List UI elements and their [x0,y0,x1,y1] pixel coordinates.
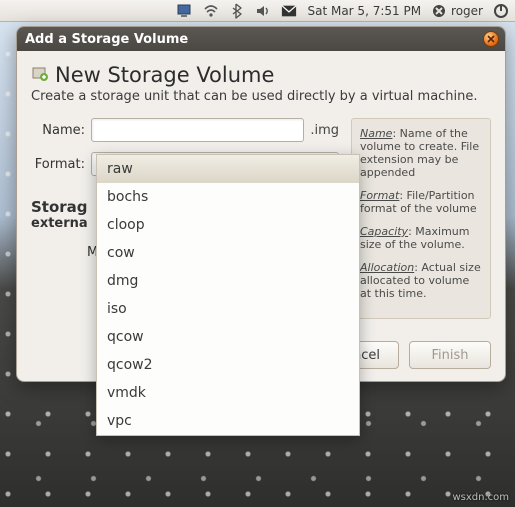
dialog-subheading: Create a storage unit that can be used d… [31,89,491,104]
format-option[interactable]: vmdk [97,379,359,407]
format-label: Format: [31,157,85,172]
help-panel: Name: Name of the volume to create. File… [351,118,491,319]
clock[interactable]: Sat Mar 5, 7:51 PM [307,4,421,18]
username-label: roger [451,4,483,18]
bluetooth-icon[interactable] [229,3,245,19]
dialog-title: Add a Storage Volume [25,32,188,47]
user-menu[interactable]: roger [431,3,483,19]
dialog-titlebar[interactable]: Add a Storage Volume [17,27,505,51]
name-label: Name: [31,123,85,138]
watermark: wsxdn.com [452,492,509,503]
format-option[interactable]: vpc [97,407,359,435]
volume-add-icon [31,64,49,86]
user-stop-icon [431,3,447,19]
dialog-heading: New Storage Volume [55,63,274,87]
close-button[interactable] [483,31,499,47]
name-input[interactable] [91,118,304,142]
help-allocation-term: Allocation [360,261,414,274]
help-name-term: Name [360,127,392,140]
format-option[interactable]: raw [97,155,359,183]
format-option[interactable]: qcow [97,323,359,351]
mail-icon[interactable] [281,3,297,19]
finish-button[interactable]: Finish [409,341,491,369]
format-option[interactable]: cloop [97,211,359,239]
power-icon[interactable] [493,3,509,19]
system-menubar: Sat Mar 5, 7:51 PM roger [0,0,515,22]
help-capacity-term: Capacity [360,225,408,238]
volume-icon[interactable] [255,3,271,19]
monitor-icon[interactable] [177,3,193,19]
format-option[interactable]: qcow2 [97,351,359,379]
format-option[interactable]: iso [97,295,359,323]
wifi-icon[interactable] [203,3,219,19]
format-option[interactable]: bochs [97,183,359,211]
format-dropdown-list: raw bochs cloop cow dmg iso qcow qcow2 v… [96,154,360,436]
name-suffix: .img [310,123,339,138]
format-option[interactable]: cow [97,239,359,267]
help-format-term: Format [360,189,399,202]
format-option[interactable]: dmg [97,267,359,295]
